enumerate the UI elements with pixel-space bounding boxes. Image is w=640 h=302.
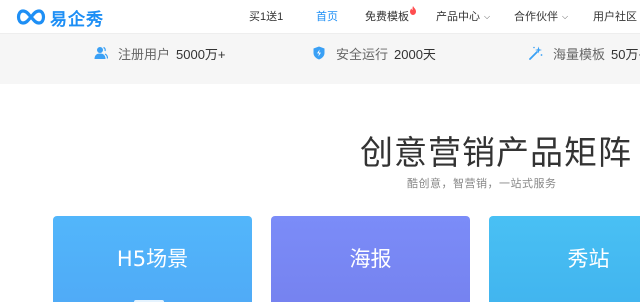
h5-illustration-icon [134,300,164,302]
nav-item-label: 产品中心 [436,11,480,23]
shield-icon [312,46,326,60]
brand-name: 易企秀 [50,9,104,30]
product-card-h5[interactable]: H5场景 [53,216,252,302]
nav-item-label: 合作伙伴 [514,11,558,23]
stat-value: 50万+ [611,46,640,62]
stat-registered-users: 注册用户 5000万+ [94,44,226,62]
stat-label: 海量模板 [553,46,606,62]
hot-flame-icon [409,4,417,15]
logo-infinity-icon [14,7,48,27]
nav-item-label: 买1送1 [249,11,284,23]
nav-item-home[interactable]: 首页 [316,9,338,25]
stat-label: 注册用户 [118,46,171,62]
nav-item-free-templates[interactable]: 免费模板 [365,6,416,25]
stats-bar: 注册用户 5000万+ 安全运行 2000天 海量模板 50万+ [0,34,640,84]
chevron-down-icon: ⌵ [562,12,569,21]
nav-item-label: 首页 [316,11,338,23]
chevron-down-icon: ⌵ [484,12,491,21]
product-card-site[interactable]: 秀站 [489,216,640,302]
nav-item-community[interactable]: 用户社区 [593,9,637,25]
section-title: 创意营销产品矩阵 [360,133,632,172]
brand-logo[interactable]: 易企秀 [14,6,104,30]
nav-item-buy-one-get-one[interactable]: 买1送1 [249,9,283,25]
stat-massive-templates: 海量模板 50万+ [529,44,640,62]
card-title: 海报 [349,247,392,271]
nav-item-partners[interactable]: 合作伙伴 ⌵ [514,9,568,25]
nav-item-label: 用户社区 [593,11,637,23]
section-subtitle: 酷创意，智营销，一站式服务 [407,178,557,190]
user-icon [94,46,109,60]
sparkle-icon [529,46,543,60]
stat-label: 安全运行 [336,46,389,62]
stat-safe-running: 安全运行 2000天 [312,44,436,62]
stat-value: 2000天 [394,46,436,62]
product-card-poster[interactable]: 海报 [271,216,470,302]
poster-illustration-icon [346,296,406,302]
card-title: 秀站 [567,247,610,271]
nav-item-label: 免费模板 [365,11,409,23]
card-title: H5场景 [116,247,189,271]
top-nav: 易企秀 买1送1 首页 免费模板 产品中心 ⌵ 合作伙伴 ⌵ 用户社区 [0,0,640,34]
stat-value: 5000万+ [176,46,226,62]
site-illustration-icon [599,296,639,302]
nav-item-product-center[interactable]: 产品中心 ⌵ [436,9,490,25]
